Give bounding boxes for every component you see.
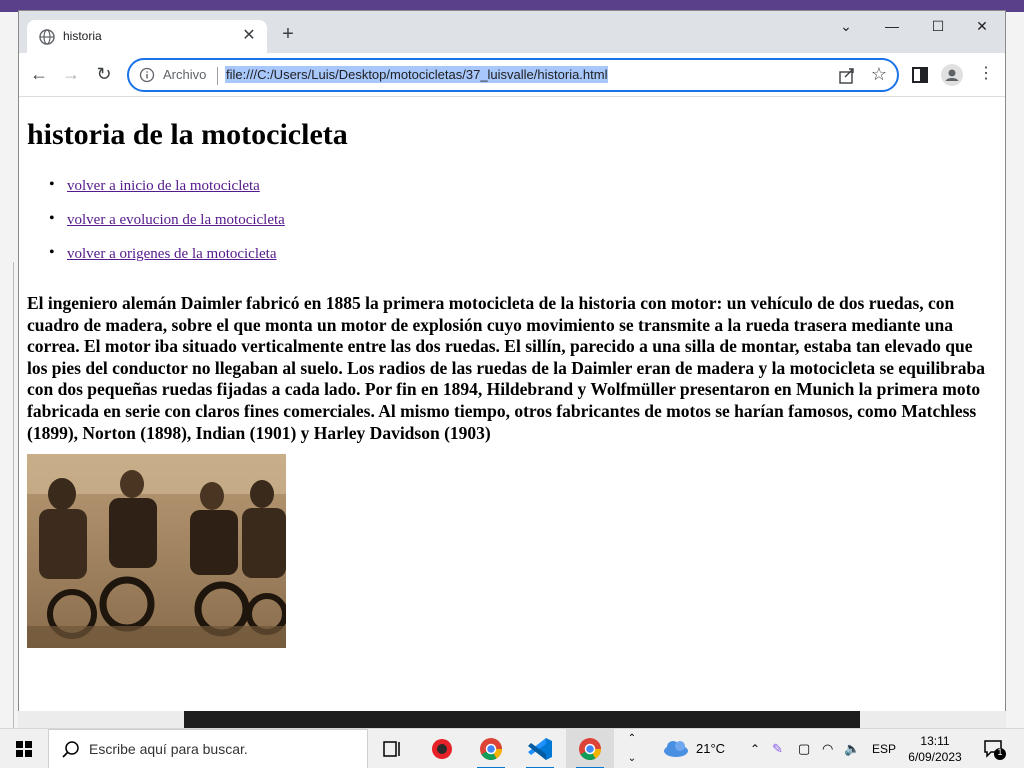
list-item: volver a origenes de la motocicleta [49, 244, 285, 280]
notifications-button[interactable]: 1 [982, 737, 1006, 761]
taskbar-scroll-chevron-icon[interactable]: ⌃ ⌄ [622, 729, 642, 768]
bookmark-star-icon[interactable]: ☆ [871, 64, 887, 85]
taskbar-search-box[interactable]: Escribe aquí para buscar. [48, 729, 368, 768]
scheme-label: Archivo [163, 67, 207, 82]
back-arrow-icon[interactable]: ← [27, 63, 51, 87]
menu-kebab-icon[interactable]: ⋮ [974, 63, 998, 87]
link-inicio[interactable]: volver a inicio de la motocicleta [67, 178, 260, 194]
volume-icon[interactable]: 🔈 [844, 729, 860, 768]
link-evolucion[interactable]: volver a evolucion de la motocicleta [67, 212, 285, 228]
forward-arrow-icon[interactable]: → [59, 63, 83, 87]
notification-count: 1 [997, 747, 1003, 757]
windows-start-icon[interactable] [0, 729, 48, 768]
title-bar: historia ✕ + ⌄ — ☐ ✕ [19, 11, 1005, 53]
language-indicator[interactable]: ESP [872, 729, 896, 768]
history-paragraph: El ingeniero alemán Daimler fabricó en 1… [27, 293, 985, 443]
close-tab-icon[interactable]: ✕ [239, 26, 259, 46]
close-window-button[interactable]: ✕ [959, 11, 1005, 43]
search-icon [62, 741, 79, 758]
tab-search-chevron-icon[interactable]: ⌄ [823, 11, 869, 43]
info-icon [139, 67, 155, 83]
share-icon[interactable] [837, 66, 857, 86]
list-item: volver a inicio de la motocicleta [49, 176, 285, 212]
side-panel-icon[interactable] [909, 64, 931, 86]
globe-icon [39, 29, 55, 45]
background-app-left [0, 12, 18, 732]
vscode-icon [528, 738, 552, 760]
app-icon-red[interactable] [418, 729, 466, 768]
maximize-button[interactable]: ☐ [915, 11, 961, 43]
page-content: historia de la motocicleta volver a inic… [19, 98, 1005, 711]
clock-date: 6/09/2023 [908, 750, 962, 764]
tab-title: historia [63, 29, 102, 43]
code-editor-strip [184, 710, 860, 728]
background-app-bottom [18, 710, 1006, 728]
profile-avatar-icon[interactable] [941, 64, 963, 86]
browser-toolbar: ← → ↻ Archivo file:///C:/Users/Luis/Desk… [19, 53, 1005, 97]
weather-temperature[interactable]: 21°C [696, 729, 725, 768]
background-app-right [1006, 12, 1024, 728]
address-bar[interactable]: Archivo file:///C:/Users/Luis/Desktop/mo… [127, 58, 899, 92]
page-title: historia de la motocicleta [27, 118, 348, 151]
motorcycle-photo [27, 454, 286, 648]
reload-icon[interactable]: ↻ [92, 63, 116, 87]
chrome-profile-app[interactable] [467, 729, 515, 768]
tab-historia[interactable]: historia ✕ [27, 20, 267, 53]
browser-window: historia ✕ + ⌄ — ☐ ✕ ← → ↻ Archivo file:… [18, 10, 1006, 711]
show-hidden-icons-chevron-icon[interactable]: ⌃ [750, 729, 760, 768]
pen-icon[interactable]: ✎ [772, 729, 783, 768]
weather-cloud-icon [664, 741, 688, 757]
ruler [2, 262, 14, 732]
taskbar: Escribe aquí para buscar. ⌃ ⌄ 21°C ⌃ ✎ ▢… [0, 728, 1024, 768]
vscode-app[interactable] [516, 729, 564, 768]
clock[interactable]: 13:11 6/09/2023 [905, 733, 965, 765]
link-origenes[interactable]: volver a origenes de la motocicleta [67, 246, 277, 262]
chrome-icon [480, 738, 502, 760]
meet-now-icon[interactable]: ▢ [798, 729, 810, 768]
wifi-icon[interactable]: ◠ [822, 729, 833, 768]
chrome-icon [579, 738, 601, 760]
search-placeholder: Escribe aquí para buscar. [89, 741, 248, 757]
list-item: volver a evolucion de la motocicleta [49, 210, 285, 246]
url-text[interactable]: file:///C:/Users/Luis/Desktop/motociclet… [225, 66, 609, 83]
new-tab-button[interactable]: + [277, 24, 299, 46]
clock-time: 13:11 [920, 734, 950, 748]
nav-links-list: volver a inicio de la motocicleta volver… [49, 176, 285, 280]
chrome-app[interactable] [566, 729, 614, 768]
divider [217, 67, 218, 85]
task-view-icon[interactable] [368, 729, 416, 768]
minimize-button[interactable]: — [869, 11, 915, 43]
